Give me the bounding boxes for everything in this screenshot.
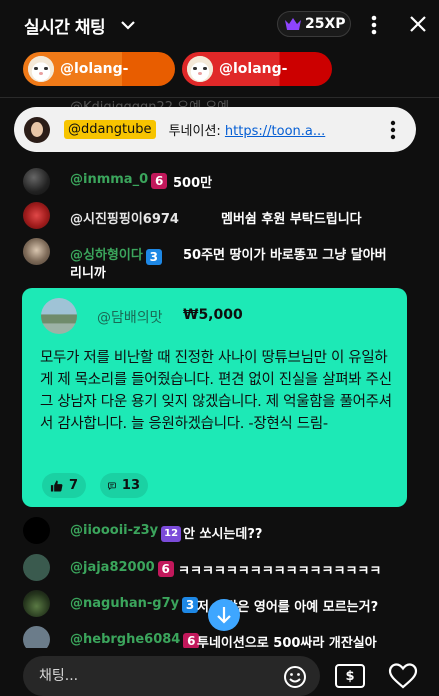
close-icon[interactable] <box>408 14 428 38</box>
pinned-prefix: 투네이션: <box>168 124 225 139</box>
list-item: @iioooii-z3y 12 안 쏘시는데?? <box>0 517 439 544</box>
pinned-author[interactable]: @ddangtube <box>64 120 156 139</box>
avatar <box>24 116 50 143</box>
scroll-to-bottom-button[interactable] <box>208 599 240 631</box>
emoji-icon[interactable] <box>283 665 307 693</box>
comment-count: 13 <box>121 478 140 493</box>
avatar <box>28 56 54 82</box>
member-badge: 12 <box>161 526 182 542</box>
donor-pill[interactable]: @lolang- <box>182 52 332 86</box>
pinned-message[interactable]: @ddangtube 투네이션: https://toon.a... <box>14 107 416 152</box>
message-text: ㅋㅋㅋㅋㅋㅋㅋㅋㅋㅋㅋㅋㅋㅋㅋㅋㅋ <box>178 564 382 579</box>
crown-icon <box>285 18 301 30</box>
chat-title[interactable]: 실시간 채팅 <box>24 13 106 38</box>
xp-label: 25XP <box>305 16 346 32</box>
message-text: 50주면 땅이가 바로똥꼬 그냥 달아버 <box>183 248 387 263</box>
pinned-text: 투네이션: https://toon.a... <box>169 120 326 139</box>
super-chat-amount: ₩5,000 <box>183 307 243 323</box>
pinned-link[interactable]: https://toon.a... <box>225 124 325 139</box>
avatar[interactable] <box>23 590 50 617</box>
avatar[interactable] <box>23 168 50 195</box>
chat-header: 실시간 채팅 25XP <box>0 0 439 50</box>
list-item: @싱하형이다 3 50주면 땅이가 바로똥꼬 그냥 달아버 리니까 <box>0 238 439 281</box>
comment-button[interactable]: 13 <box>100 473 148 498</box>
donor-pill[interactable]: @lolang- <box>23 52 175 86</box>
xp-badge[interactable]: 25XP <box>277 11 351 37</box>
like-button[interactable]: 7 <box>42 473 86 498</box>
member-badge: 3 <box>145 249 162 265</box>
donor-name: @lolang- <box>219 61 288 77</box>
member-badge: 6 <box>157 561 174 577</box>
avatar[interactable] <box>23 554 50 581</box>
super-chat-icon[interactable]: $ <box>335 664 365 688</box>
chat-input[interactable] <box>23 656 320 696</box>
avatar[interactable] <box>23 517 50 544</box>
message-author[interactable]: @시진핑핑이6974 <box>70 208 179 227</box>
avatar[interactable] <box>41 298 77 334</box>
super-chat-text: 모두가 저를 비난할 때 진정한 사나이 땅튜브님만 이 유일하게 제 목소리를… <box>40 350 392 432</box>
message-author[interactable]: @hebrghe6084 6 <box>70 632 200 649</box>
message-author[interactable]: @iioooii-z3y 12 <box>70 523 182 542</box>
thumbs-up-icon <box>50 479 63 492</box>
arrow-down-icon <box>217 607 231 624</box>
more-options-icon[interactable] <box>370 14 378 40</box>
list-item: @inmma_0 6 500만 <box>0 168 439 195</box>
member-badge: 6 <box>151 173 168 189</box>
message-author[interactable]: @jaja82000 6 <box>70 560 174 577</box>
list-item: @jaja82000 6 ㅋㅋㅋㅋㅋㅋㅋㅋㅋㅋㅋㅋㅋㅋㅋㅋㅋ <box>0 554 439 581</box>
avatar[interactable] <box>23 202 50 229</box>
donor-ticker: @lolang- @lolang- <box>0 52 439 88</box>
message-author[interactable]: @inmma_0 6 <box>70 172 168 189</box>
super-chat-author[interactable]: @담배의맛 <box>97 307 163 327</box>
message-author[interactable]: @naguhan-g7y 3 <box>70 596 199 613</box>
list-item: @시진핑핑이6974 멤버쉼 후원 부탁드립니다 <box>0 202 439 229</box>
like-count: 7 <box>68 478 78 493</box>
chevron-down-icon[interactable] <box>120 16 136 35</box>
comment-icon <box>108 481 116 490</box>
avatar <box>187 56 213 82</box>
heart-icon[interactable] <box>388 662 418 694</box>
member-badge: 3 <box>182 597 199 613</box>
super-chat-card[interactable]: @담배의맛 ₩5,000 모두가 저를 비난할 때 진정한 사나이 땅튜브님만 … <box>22 288 407 507</box>
message-text: 멤버쉼 후원 부탁드립니다 <box>221 212 362 227</box>
avatar[interactable] <box>23 238 50 265</box>
message-text: 500만 <box>173 176 213 191</box>
donor-name: @lolang- <box>60 61 129 77</box>
pinned-more-icon[interactable] <box>390 120 396 144</box>
message-text-cont: 리니까 <box>70 266 106 281</box>
message-text: 안 쏘시는데?? <box>183 527 263 542</box>
